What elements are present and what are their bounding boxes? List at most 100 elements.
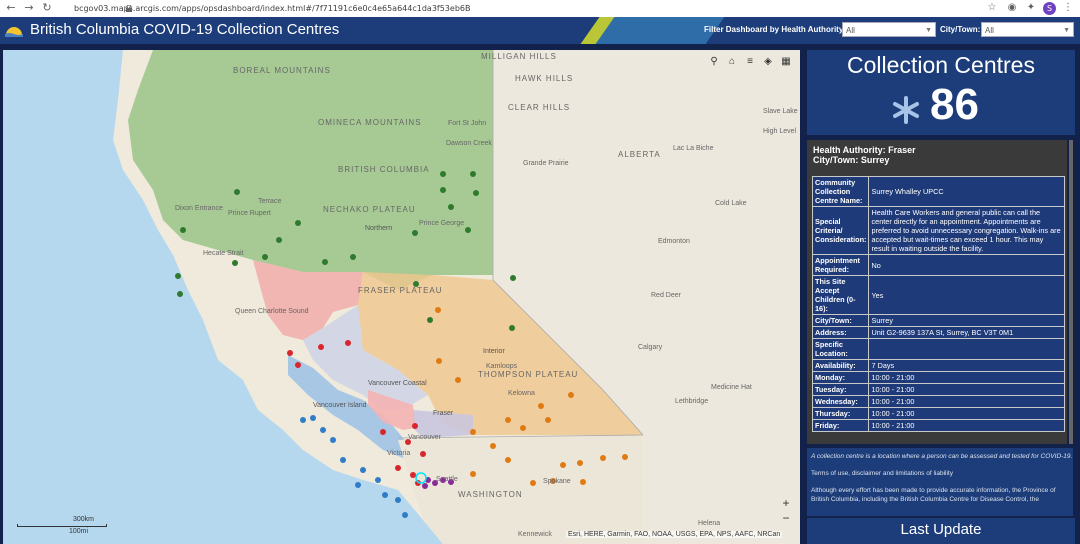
centre-marker bbox=[360, 467, 366, 473]
centre-marker bbox=[180, 227, 186, 233]
health-authority-select[interactable]: All ▼ bbox=[842, 22, 936, 37]
map-label: Spokane bbox=[543, 478, 571, 485]
forward-icon[interactable]: → bbox=[22, 0, 36, 17]
centre-marker bbox=[470, 471, 476, 477]
map-label: Victoria bbox=[387, 450, 411, 457]
zoom-out-button[interactable]: − bbox=[779, 511, 793, 525]
details-row: Specific Location: bbox=[811, 338, 1065, 360]
health-authority-select-value: All bbox=[846, 26, 855, 35]
map-label: ALBERTA bbox=[618, 150, 661, 159]
details-key: Wednesday: bbox=[811, 395, 870, 408]
reload-icon[interactable]: ↻ bbox=[40, 0, 54, 17]
details-row: Availability: 7 Days bbox=[811, 359, 1065, 372]
centre-marker bbox=[322, 259, 328, 265]
centre-marker bbox=[350, 254, 356, 260]
back-icon[interactable]: ← bbox=[4, 0, 18, 17]
centre-marker bbox=[622, 454, 628, 460]
centre-marker bbox=[490, 443, 496, 449]
details-key: City/Town: bbox=[811, 314, 870, 327]
menu-dots-icon[interactable]: ⋮ bbox=[1062, 2, 1074, 14]
map-label: Prince Rupert bbox=[228, 210, 271, 217]
scale-km: 300km bbox=[73, 516, 95, 523]
details-row: Monday: 10:00 - 21:00 bbox=[811, 371, 1065, 384]
centre-marker bbox=[175, 273, 181, 279]
kpi-value: 86 bbox=[930, 80, 979, 129]
map-label: Hecate Strait bbox=[203, 250, 244, 257]
details-scrollbar[interactable] bbox=[1069, 140, 1073, 444]
city-select-value: All bbox=[985, 26, 994, 35]
map-attribution: Esri, HERE, Garmin, FAO, NOAA, USGS, EPA… bbox=[566, 531, 783, 538]
centre-marker bbox=[310, 415, 316, 421]
centre-marker bbox=[234, 189, 240, 195]
page-title: British Columbia COVID-19 Collection Cen… bbox=[30, 21, 340, 38]
map-label: Grande Prairie bbox=[523, 160, 569, 167]
map-label: BOREAL MOUNTAINS bbox=[233, 66, 331, 75]
disclaimer-text: Although every effort has been made to p… bbox=[811, 487, 1056, 503]
map-label: Lac La Biche bbox=[673, 145, 714, 152]
centre-marker bbox=[440, 171, 446, 177]
url-text: bcgov03.maps.arcgis.com/apps/opsdashboar… bbox=[74, 4, 471, 13]
details-value: 10:00 - 21:00 bbox=[868, 407, 1065, 420]
puzzle-icon[interactable]: ✦ bbox=[1025, 2, 1037, 14]
home-icon[interactable]: ⌂ bbox=[725, 55, 739, 69]
details-key: Appointment Required: bbox=[811, 254, 870, 276]
search-icon[interactable]: ⚲ bbox=[707, 55, 721, 69]
centre-marker bbox=[600, 455, 606, 461]
city-select[interactable]: All ▼ bbox=[981, 22, 1074, 37]
centre-marker bbox=[295, 220, 301, 226]
details-key: Monday: bbox=[811, 371, 870, 384]
centre-marker bbox=[520, 425, 526, 431]
details-panel: Health Authority: Fraser City/Town: Surr… bbox=[807, 140, 1067, 444]
grid-icon[interactable]: ▦ bbox=[779, 55, 793, 69]
centre-marker bbox=[295, 362, 301, 368]
map-view[interactable]: BOREAL MOUNTAINS OMINECA MOUNTAINS BRITI… bbox=[3, 50, 800, 544]
profile-avatar[interactable]: S bbox=[1043, 2, 1056, 15]
details-key: Tuesday: bbox=[811, 383, 870, 396]
map-label: Northern bbox=[365, 225, 393, 232]
map-label: High Level bbox=[763, 128, 797, 135]
details-table: Community Collection Centre Name: Surrey … bbox=[811, 176, 1065, 432]
scale-mi: 100mi bbox=[69, 528, 89, 535]
map-label: THOMPSON PLATEAU bbox=[478, 370, 579, 379]
kpi-title: Collection Centres bbox=[847, 52, 1035, 78]
map-label: Dawson Creek bbox=[446, 140, 492, 147]
centre-marker bbox=[375, 477, 381, 483]
centre-marker bbox=[505, 417, 511, 423]
centre-marker bbox=[382, 492, 388, 498]
chevron-down-icon: ▼ bbox=[925, 27, 932, 34]
address-bar[interactable]: bcgov03.maps.arcgis.com/apps/opsdashboar… bbox=[62, 1, 470, 16]
centre-marker bbox=[427, 317, 433, 323]
centre-marker bbox=[580, 479, 586, 485]
centre-marker bbox=[538, 403, 544, 409]
zoom-in-button[interactable]: + bbox=[779, 496, 793, 510]
map-label: HAWK HILLS bbox=[515, 74, 574, 83]
layers-icon[interactable]: ◈ bbox=[761, 55, 775, 69]
map-label: OMINECA MOUNTAINS bbox=[318, 118, 422, 127]
map-label: CLEAR HILLS bbox=[508, 103, 571, 112]
extension-icon[interactable]: ◉ bbox=[1006, 2, 1018, 14]
map-label: Lethbridge bbox=[675, 398, 709, 405]
centre-marker bbox=[440, 187, 446, 193]
centre-marker bbox=[545, 417, 551, 423]
map-label: Queen Charlotte Sound bbox=[235, 308, 309, 315]
details-value: 10:00 - 21:00 bbox=[868, 419, 1065, 432]
centre-marker bbox=[395, 497, 401, 503]
map-label: Slave Lake bbox=[763, 108, 798, 115]
map-label: Terrace bbox=[258, 198, 282, 205]
map-label: Helena bbox=[698, 520, 721, 527]
details-key: Thursday: bbox=[811, 407, 870, 420]
centre-marker bbox=[287, 350, 293, 356]
map-label: BRITISH COLUMBIA bbox=[338, 165, 430, 174]
map-label: Prince George bbox=[419, 220, 465, 227]
map-label: Kamloops bbox=[486, 363, 518, 370]
details-value: Unit G2-9639 137A St, Surrey, BC V3T 0M1 bbox=[868, 326, 1065, 339]
centre-marker bbox=[435, 307, 441, 313]
centre-marker bbox=[436, 358, 442, 364]
list-icon[interactable]: ≡ bbox=[743, 55, 757, 69]
centre-marker bbox=[448, 204, 454, 210]
star-icon[interactable]: ☆ bbox=[986, 2, 998, 14]
definition-text: A collection centre is a location where … bbox=[811, 453, 1073, 460]
centre-marker bbox=[276, 237, 282, 243]
details-row: Wednesday: 10:00 - 21:00 bbox=[811, 395, 1065, 408]
city-filter-label: City/Town: bbox=[940, 25, 981, 34]
